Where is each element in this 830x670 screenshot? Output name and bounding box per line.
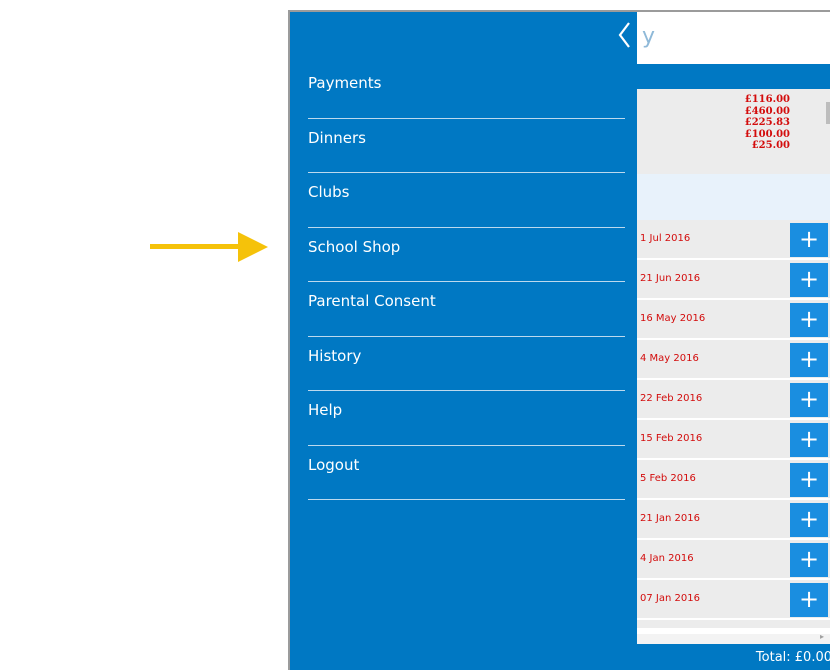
amount-value: £225.83 [744, 117, 790, 128]
navigation-drawer: Payments Dinners Clubs School Shop Paren… [290, 12, 637, 670]
row-date: 22 Feb 2016 [640, 393, 703, 404]
menu-item-label: Parental Consent [308, 292, 436, 310]
drawer-menu: Payments Dinners Clubs School Shop Paren… [290, 64, 637, 500]
add-button[interactable]: + [790, 303, 828, 337]
amount-value: £460.00 [744, 105, 790, 117]
row-date: 5 Feb 2016 [640, 473, 696, 484]
chevron-left-icon [618, 22, 630, 48]
row-date: 21 Jun 2016 [640, 273, 701, 284]
summary-scrollbar[interactable] [826, 102, 830, 124]
menu-item-label: History [308, 346, 362, 365]
add-button[interactable]: + [790, 503, 828, 537]
menu-item-label: Logout [308, 455, 360, 474]
menu-item-payments[interactable]: Payments [290, 64, 637, 119]
menu-item-clubs[interactable]: Clubs [290, 173, 637, 228]
close-drawer-button[interactable] [615, 20, 635, 50]
menu-item-school-shop[interactable]: School Shop [290, 228, 637, 282]
row-date: 16 May 2016 [640, 313, 706, 324]
add-button[interactable]: + [790, 343, 828, 377]
scroll-right-icon[interactable]: ▸ [820, 632, 824, 641]
menu-item-label: Clubs [308, 183, 350, 201]
amount-value: £100.00 [744, 128, 790, 140]
row-date: 4 May 2016 [640, 353, 699, 364]
menu-item-logout[interactable]: Logout [290, 446, 637, 500]
row-date: 07 Jan 2016 [640, 593, 700, 604]
add-button[interactable]: + [790, 223, 828, 257]
row-date: 21 Jan 2016 [640, 513, 700, 524]
row-date: 4 Jan 2016 [640, 553, 694, 564]
amount-value: £25.00 [751, 140, 790, 151]
menu-item-label: School Shop [308, 237, 401, 256]
menu-item-history[interactable]: History [290, 337, 637, 391]
add-button[interactable]: + [790, 463, 828, 497]
app-window: y £116.00 £460.00 £225.83 £100.00 £25.00… [288, 10, 830, 670]
amount-value: £116.00 [744, 94, 790, 105]
add-button[interactable]: + [790, 423, 828, 457]
menu-item-parental-consent[interactable]: Parental Consent [290, 282, 637, 337]
add-button[interactable]: + [790, 263, 828, 297]
menu-item-help[interactable]: Help [290, 391, 637, 446]
add-button[interactable]: + [790, 583, 828, 617]
page-title-fragment: y [642, 24, 656, 49]
add-button[interactable]: + [790, 383, 828, 417]
menu-item-label: Help [308, 401, 343, 419]
annotation-arrow [150, 232, 268, 262]
row-date: 1 Jul 2016 [640, 233, 691, 244]
balance-amounts: £116.00 £460.00 £225.83 £100.00 £25.00 [690, 94, 790, 152]
row-date: 15 Feb 2016 [640, 433, 703, 444]
menu-item-dinners[interactable]: Dinners [290, 119, 637, 173]
basket-total: Total: £0.00 [755, 650, 830, 665]
menu-divider [308, 499, 625, 500]
menu-item-label: Payments [308, 74, 382, 92]
menu-item-label: Dinners [308, 128, 366, 147]
add-button[interactable]: + [790, 543, 828, 577]
